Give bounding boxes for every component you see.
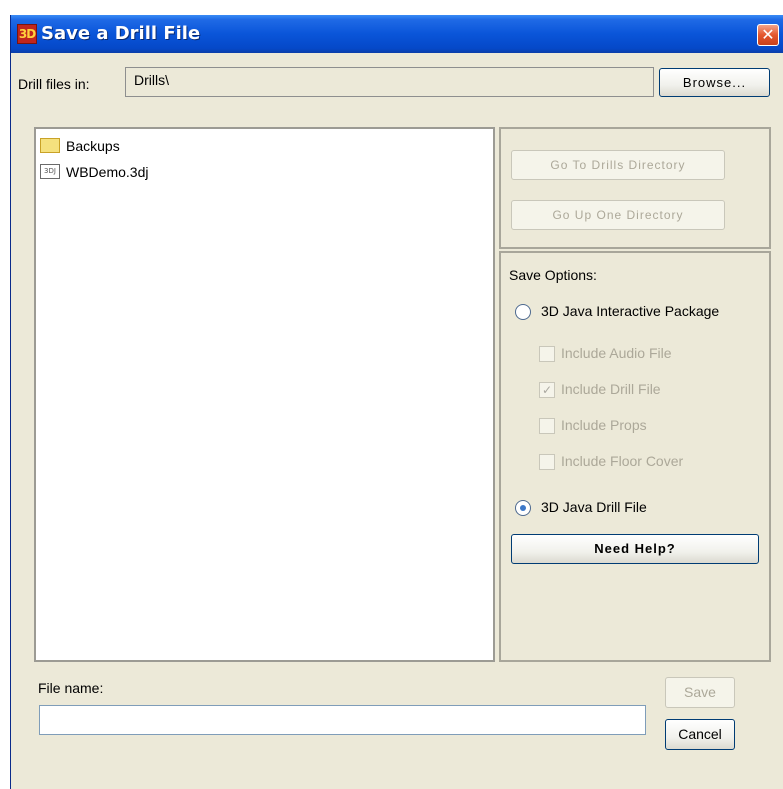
directory-nav-panel: Go To Drills Directory Go Up One Directo… [499, 127, 771, 249]
drill-file-icon: 3DJ [40, 163, 60, 179]
go-to-drills-directory-button[interactable]: Go To Drills Directory [511, 150, 725, 180]
save-options-heading: Save Options: [509, 267, 597, 283]
list-item-label: Backups [66, 138, 120, 154]
include-drill-label: Include Drill File [561, 381, 661, 397]
interactive-package-radio[interactable] [515, 304, 531, 320]
save-options-panel: Save Options: 3D Java Interactive Packag… [499, 251, 771, 662]
drill-file-label[interactable]: 3D Java Drill File [541, 499, 647, 515]
browse-button[interactable]: Browse... [659, 68, 770, 97]
cancel-button[interactable]: Cancel [665, 719, 735, 750]
save-button[interactable]: Save [665, 677, 735, 708]
include-drill-checkbox[interactable]: ✓ [539, 382, 555, 398]
drill-file-radio[interactable] [515, 500, 531, 516]
need-help-button[interactable]: Need Help? [511, 534, 759, 564]
close-button[interactable]: ✕ [757, 24, 779, 46]
file-name-label: File name: [38, 680, 104, 696]
go-up-one-directory-button[interactable]: Go Up One Directory [511, 200, 725, 230]
include-audio-label: Include Audio File [561, 345, 672, 361]
include-audio-checkbox[interactable] [539, 346, 555, 362]
list-item-label: WBDemo.3dj [66, 164, 149, 180]
list-item-wbdemo[interactable]: 3DJ WBDemo.3dj [40, 162, 148, 182]
app-icon: 3D [17, 24, 37, 44]
window-title: Save a Drill File [41, 23, 201, 44]
folder-icon [40, 137, 60, 153]
include-floor-cover-checkbox[interactable] [539, 454, 555, 470]
include-floor-cover-label: Include Floor Cover [561, 453, 684, 469]
list-item-backups[interactable]: Backups [40, 136, 120, 156]
file-name-input[interactable] [39, 705, 646, 735]
include-props-checkbox[interactable] [539, 418, 555, 434]
drill-files-in-label: Drill files in: [18, 76, 90, 92]
current-directory-field: Drills\ [125, 67, 654, 97]
include-props-label: Include Props [561, 417, 647, 433]
save-drill-dialog: 3D Save a Drill File ✕ Drill files in: D… [10, 15, 783, 789]
file-list[interactable]: Backups 3DJ WBDemo.3dj [34, 127, 495, 662]
title-bar[interactable]: 3D Save a Drill File ✕ [11, 15, 783, 53]
interactive-package-label[interactable]: 3D Java Interactive Package [541, 303, 719, 319]
